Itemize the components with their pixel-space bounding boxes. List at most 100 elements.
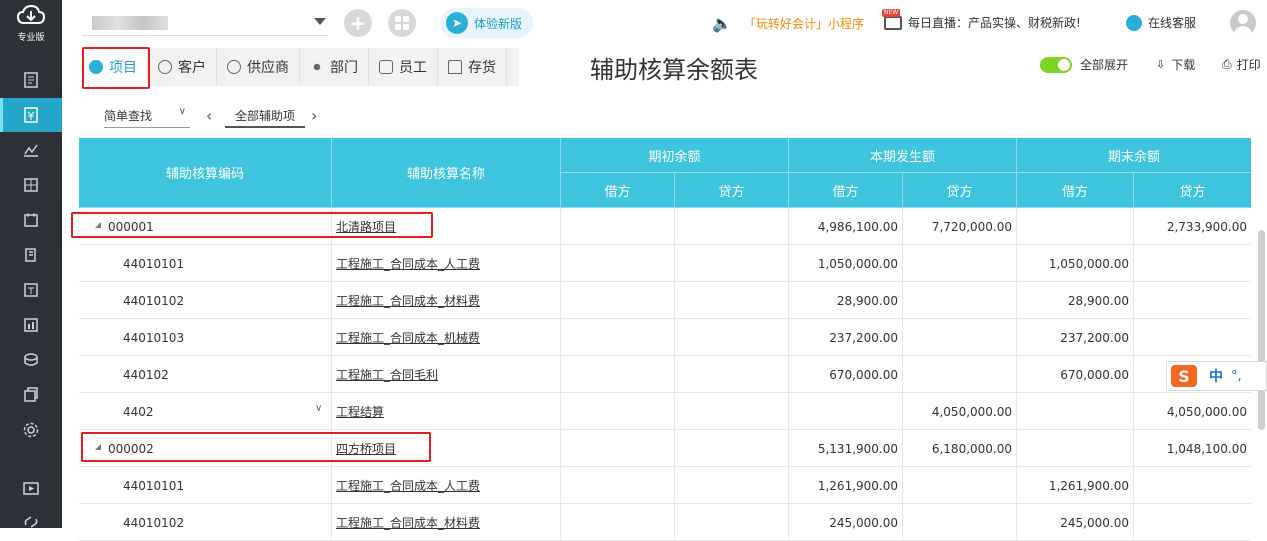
name-link[interactable]: 工程施工_合同成本_人工费 [332,245,561,282]
name-link[interactable]: 工程施工_合同成本_人工费 [332,467,561,504]
vertical-scrollbar[interactable] [1258,230,1265,430]
collapse-triangle-icon[interactable] [95,222,101,228]
sidebar-voucher-icon[interactable] [0,98,62,132]
amount-cell-od [561,467,675,504]
edition-label: 专业版 [17,33,45,43]
amount-cell-cc [1134,504,1251,541]
download-icon: ⇩ [1156,58,1166,71]
name-link[interactable]: 工程施工_合同成本_材料费 [332,504,561,541]
sidebar-chart-icon[interactable] [0,133,62,167]
table-row[interactable]: 44010101 工程施工_合同成本_人工费 1,050,000.00 1,050,0… [79,245,1251,282]
top-bar: + ➤ 体验新版 🔈 「玩转好会计」小程序 NEW 每日直播：产品实操、财税新政… [62,0,1267,46]
name-link[interactable]: 工程结算 [332,393,561,430]
download-button[interactable]: ⇩ 下载 [1156,56,1195,73]
table-row[interactable]: 44010102 工程施工_合同成本_材料费 28,900.00 28,900.00 [79,282,1251,319]
left-sidebar: 专业版 [0,0,62,528]
table-row[interactable]: 44010103 工程施工_合同成本_机械费 237,200.00 237,200.0… [79,319,1251,356]
code-text: 44010101 [123,478,185,493]
apps-button[interactable] [388,9,416,37]
amount-cell-pc [903,356,1017,393]
code-text: 44010101 [123,256,185,271]
sidebar-link-icon[interactable] [0,505,62,539]
amount-cell-od [561,245,675,282]
avatar[interactable] [1230,10,1256,36]
add-button[interactable]: + [344,9,372,37]
next-arrow-icon[interactable]: › [311,106,317,125]
header-closing-credit: 贷方 [1134,173,1251,208]
query-mode-select[interactable]: 简单查找 ∨ [104,102,190,128]
try-new-version-button[interactable]: ➤ 体验新版 [440,8,533,38]
sidebar-coin-icon[interactable] [0,343,62,377]
sidebar-document-icon[interactable] [0,63,62,97]
table-header: 辅助核算编码 辅助核算名称 期初余额 本期发生额 期末余额 借方 贷方 借方 贷… [79,138,1251,208]
amount-cell-pd: 4,986,100.00 [789,208,903,245]
amount-cell-cc [1134,282,1251,319]
name-link[interactable]: 工程施工_合同成本_材料费 [332,282,561,319]
amount-cell-pc: 4,050,000.00 [903,393,1017,430]
sidebar-calendar-icon[interactable] [0,203,62,237]
sidebar-book-icon[interactable] [0,238,62,272]
sidebar-settings-icon[interactable] [0,413,62,447]
sidebar-report-icon[interactable] [0,308,62,342]
code-text: 44010102 [123,515,185,530]
code-text: 000002 [108,441,154,456]
aux-item-selector[interactable]: 全部辅助项 [225,104,305,128]
sidebar-tax-icon[interactable] [0,273,62,307]
sidebar-ledger-icon[interactable] [0,168,62,202]
live-text: 每日直播：产品实操、财税新政! [908,16,1081,30]
amount-cell-cd: 245,000.00 [1017,504,1134,541]
tab-employee[interactable]: 员工 [369,48,438,86]
customer-service-button[interactable]: 在线客服 [1126,14,1196,31]
amount-cell-cc: 2,733,900.00 [1166,219,1247,234]
name-link[interactable]: 工程施工_合同成本_机械费 [332,319,561,356]
headset-icon [1126,14,1142,31]
sidebar-video-icon[interactable] [0,471,62,505]
amount-cell-pc [903,319,1017,356]
amount-cell-pd: 1,050,000.00 [789,245,903,282]
expand-all-toggle[interactable]: 全部展开 [1040,56,1128,73]
customer-service-label: 在线客服 [1148,16,1197,30]
prev-arrow-icon[interactable]: ‹ [206,106,212,125]
table-row[interactable]: 440102 工程施工_合同毛利 670,000.00 670,000.00 [79,356,1251,393]
amount-cell-cd: 1,261,900.00 [1017,467,1134,504]
header-code: 辅助核算编码 [79,138,332,208]
collapse-triangle-icon[interactable] [95,444,101,450]
aux-type-tabs: 项目 客户 供应商 部门 员工 存货 [79,48,519,86]
warehouse-icon [448,60,462,74]
print-button[interactable]: ⎙ 打印 [1222,56,1261,73]
header-name: 辅助核算名称 [332,138,561,208]
tab-label: 部门 [330,60,358,76]
ime-mode: 中 [1209,369,1223,385]
tab-department[interactable]: 部门 [300,48,369,86]
table-row[interactable]: 44010101 工程施工_合同成本_人工费 1,261,900.00 1,261,9… [79,467,1251,504]
amount-cell-oc [675,467,789,504]
amount-cell-oc [675,208,789,245]
chevron-down-icon: ∨ [178,106,186,117]
tab-supplier[interactable]: 供应商 [217,48,300,86]
promo-link[interactable]: 🔈 「玩转好会计」小程序 [712,14,864,33]
table-row-project[interactable]: 000001 北清路项目 4,986,100.00 7,720,000.00 2,733… [79,208,1251,245]
ime-toolbar[interactable]: S 中 °, [1166,361,1267,391]
table-row[interactable]: 4402 ∨ 工程结算 4,050,000.00 4,050,000.00 [79,393,1251,430]
toggle-switch[interactable] [1040,56,1072,73]
tab-customer[interactable]: 客户 [148,48,217,86]
code-cell: 44010102 [79,282,332,319]
name-link[interactable]: 工程施工_合同毛利 [332,356,561,393]
query-mode-value: 简单查找 [104,109,153,123]
name-link[interactable]: 四方桥项目 [332,430,561,467]
amount-cell-cd: 237,200.00 [1017,319,1134,356]
amount-cell-od [561,319,675,356]
tab-inventory[interactable]: 存货 [438,48,507,86]
amount-cell-oc [675,245,789,282]
live-broadcast-link[interactable]: NEW 每日直播：产品实操、财税新政! [882,8,1081,31]
table-row-project[interactable]: 000002 四方桥项目 5,131,900.00 6,180,000.00 1,048… [79,430,1251,467]
chevron-down-icon[interactable]: ∨ [315,403,322,414]
amount-cell-pc [903,504,1017,541]
company-selector[interactable] [82,10,328,36]
sidebar-copy-icon[interactable] [0,378,62,412]
header-closing-debit: 借方 [1017,173,1134,208]
header-closing: 期末余额 [1017,138,1251,173]
tab-project[interactable]: 项目 [79,48,148,86]
table-row[interactable]: 44010102 工程施工_合同成本_材料费 245,000.00 245,000.0… [79,504,1251,541]
name-link[interactable]: 北清路项目 [332,208,561,245]
